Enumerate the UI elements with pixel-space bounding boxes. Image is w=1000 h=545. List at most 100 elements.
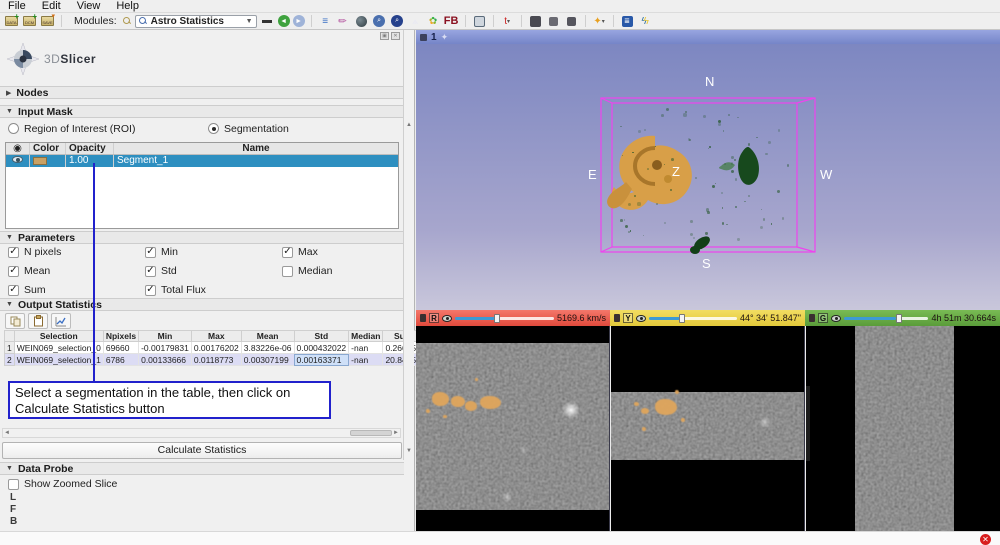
checkbox-std[interactable]: ✓Std [145, 265, 282, 277]
segment-row[interactable]: 1.00 Segment_1 [6, 155, 398, 167]
scroll-up-icon[interactable]: ▲ [406, 122, 412, 128]
checkbox-box[interactable]: ✓ [8, 285, 19, 296]
find-module-icon[interactable]: ⌕ [390, 15, 405, 28]
horizontal-scrollbar[interactable]: ◄ ► [2, 428, 401, 438]
cell-mean[interactable]: 3.83226e-06 [241, 342, 294, 354]
visibility-column-header[interactable]: ◉ [6, 143, 30, 154]
col-selection[interactable]: Selection [14, 331, 103, 342]
checkbox-box[interactable]: ✓ [8, 247, 19, 258]
editor-icon[interactable]: FB [444, 15, 459, 28]
statistics-row-1[interactable]: 1 WEIN069_selection_0 69660 -0.00179831 … [5, 342, 469, 354]
load-dicom-icon[interactable]: DCM+ [22, 15, 37, 28]
col-median[interactable]: Median [349, 331, 383, 342]
cell-median[interactable]: -nan [349, 354, 383, 366]
cell-max[interactable]: 0.00176202 [191, 342, 241, 354]
segment-name[interactable]: Segment_1 [114, 155, 398, 167]
checkbox-box[interactable]: ✓ [8, 266, 19, 277]
checkbox-box[interactable]: ✓ [145, 266, 156, 277]
pushpin-icon[interactable] [420, 34, 427, 41]
checkbox-box[interactable]: ✓ [282, 247, 293, 258]
section-data-probe[interactable]: ▼ Data Probe [0, 462, 404, 475]
chart-icon[interactable] [51, 313, 71, 329]
error-close-icon[interactable]: ✕ [980, 534, 991, 545]
eye-icon[interactable] [636, 315, 646, 322]
pushpin-icon[interactable] [420, 314, 426, 322]
cell-mean[interactable]: 0.00307199 [241, 354, 294, 366]
close-panel-icon[interactable]: ✕ [391, 32, 400, 40]
section-nodes[interactable]: ▶ Nodes [0, 86, 404, 99]
checkbox-n-pixels[interactable]: ✓N pixels [8, 246, 145, 258]
cell-selection[interactable]: WEIN069_selection_1 [14, 354, 103, 366]
save-icon[interactable]: SAVE▾ [40, 15, 55, 28]
copy-icon[interactable] [5, 313, 25, 329]
zoom-module-icon[interactable]: ⌕ [372, 15, 387, 28]
clipboard-icon[interactable] [28, 313, 48, 329]
cell-min[interactable]: 0.00133666 [139, 354, 192, 366]
cell-max[interactable]: 0.0118773 [191, 354, 241, 366]
forward-icon[interactable]: ► [293, 15, 305, 27]
colors-icon[interactable]: ✿ [426, 15, 441, 28]
capture-icon[interactable] [564, 15, 579, 28]
green-slice-bar[interactable]: G 4h 51m 30.664s [805, 310, 1000, 326]
crosshair-icon[interactable]: ✦▾ [592, 15, 607, 28]
view3d-viewport[interactable]: N E Z W S [416, 44, 1000, 310]
checkbox-sum[interactable]: ✓Sum [8, 284, 145, 296]
green-slice-view[interactable] [806, 326, 1000, 531]
module-history-icon[interactable]: ≡ [318, 15, 333, 28]
red-slice-bar[interactable]: R 5169.6 km/s [416, 310, 610, 326]
mouse-mode-icon[interactable]: t▾ [500, 15, 515, 28]
cell-npixels[interactable]: 69660 [103, 342, 138, 354]
menu-edit[interactable]: Edit [34, 0, 69, 12]
col-min[interactable]: Min [139, 331, 192, 342]
scroll-down-icon[interactable]: ▼ [406, 448, 412, 454]
show-zoomed-slice-option[interactable]: Show Zoomed Slice [8, 478, 117, 490]
segmentation-radio[interactable] [208, 123, 219, 134]
view3d-title-bar[interactable]: 1 ✦ [416, 30, 1000, 44]
slider-handle[interactable] [896, 314, 902, 323]
red-slice-slider[interactable] [455, 314, 554, 323]
checkbox-max[interactable]: ✓Max [282, 246, 398, 258]
screenshot-icon[interactable] [528, 15, 543, 28]
cell-std[interactable]: 0.000432022 [294, 342, 349, 354]
load-data-icon[interactable]: DATA+ [4, 15, 19, 28]
pushpin-icon[interactable] [809, 314, 815, 322]
checkbox-box[interactable]: ✓ [145, 247, 156, 258]
cell-median[interactable]: -nan [349, 342, 383, 354]
statistics-row-2-selected[interactable]: 2 WEIN069_selection_1 6786 0.00133666 0.… [5, 354, 469, 366]
scroll-left-icon[interactable]: ◄ [4, 430, 10, 436]
yellow-slice-view[interactable] [611, 326, 805, 531]
segmentation-radio-option[interactable]: Segmentation [208, 123, 289, 135]
col-npixels[interactable]: Npixels [103, 331, 138, 342]
checkbox-box[interactable]: ✓ [145, 285, 156, 296]
menu-view[interactable]: View [69, 0, 109, 12]
checkbox-total-flux[interactable]: ✓Total Flux [145, 284, 282, 296]
volume-icon[interactable] [354, 15, 369, 28]
name-column-header[interactable]: Name [114, 143, 398, 154]
slider-handle[interactable] [679, 314, 685, 323]
layout-icon[interactable] [472, 15, 487, 28]
segment-opacity[interactable]: 1.00 [66, 155, 114, 167]
scrollbar-thumb[interactable] [350, 430, 392, 436]
red-slice-view[interactable] [416, 326, 610, 531]
checkbox-box[interactable] [282, 266, 293, 277]
color-column-header[interactable]: Color [30, 143, 66, 154]
yellow-slice-bar[interactable]: Y 44° 34' 51.847" [610, 310, 805, 326]
section-output-statistics[interactable]: ▼ Output Statistics [0, 298, 404, 311]
markups-icon[interactable]: ⟑ [408, 15, 423, 28]
module-search-icon[interactable] [123, 17, 132, 26]
cell-selection[interactable]: WEIN069_selection_0 [14, 342, 103, 354]
section-input-mask[interactable]: ▼ Input Mask [0, 105, 404, 118]
menu-file[interactable]: File [0, 0, 34, 12]
roi-radio[interactable] [8, 123, 19, 134]
col-mean[interactable]: Mean [241, 331, 294, 342]
scene-view-icon[interactable] [546, 15, 561, 28]
green-slice-slider[interactable] [844, 314, 928, 323]
eye-icon[interactable] [12, 156, 23, 163]
vertical-scrollbar[interactable]: ▲ ▼ [403, 30, 414, 460]
back-icon[interactable]: ◄ [278, 15, 290, 27]
cell-std-current[interactable]: 0.00163371 [294, 354, 349, 366]
python-console-icon[interactable]: ϟϟ [638, 15, 653, 28]
segment-color-swatch[interactable] [33, 157, 47, 165]
yellow-slice-slider[interactable] [649, 314, 737, 323]
opacity-column-header[interactable]: Opacity [66, 143, 114, 154]
